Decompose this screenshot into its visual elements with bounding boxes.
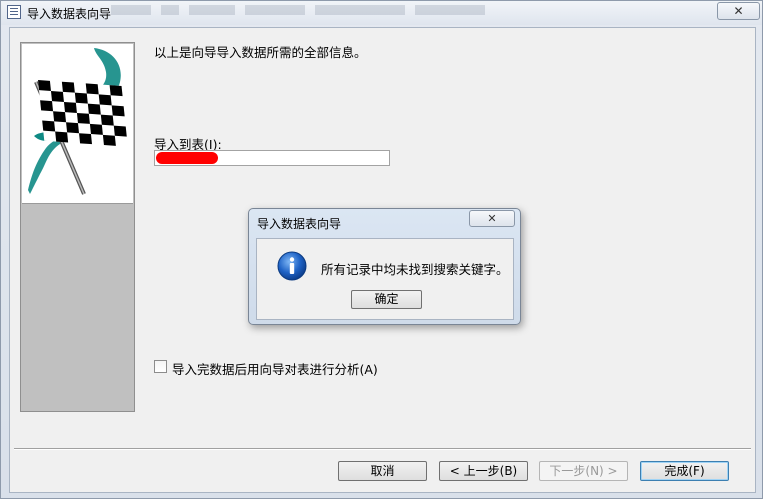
import-wizard-window: 导入数据表向导 ✕ 以上是向导导入数据所需的全部信息。 导入到表(I): 导入完…	[0, 0, 763, 499]
next-button[interactable]: 下一步(N) >	[539, 461, 628, 481]
ok-button[interactable]: 确定	[351, 290, 422, 309]
background-ribbon	[111, 1, 631, 19]
redacted-table-name	[156, 152, 218, 164]
dialog-title: 导入数据表向导	[257, 217, 342, 231]
intro-text: 以上是向导导入数据所需的全部信息。	[154, 45, 367, 60]
info-icon	[277, 251, 307, 281]
dialog-close-button[interactable]: ✕	[469, 210, 515, 227]
message-dialog: 导入数据表向导 ✕ 所有记录中均未找到搜索关键字。 确定	[248, 208, 521, 325]
divider	[14, 448, 751, 450]
window-title: 导入数据表向导	[27, 7, 112, 21]
finish-button[interactable]: 完成(F)	[640, 461, 729, 481]
side-panel	[20, 42, 135, 412]
table-name-input[interactable]	[154, 150, 390, 166]
title-bar: 导入数据表向导 ✕	[1, 1, 762, 25]
analyze-label[interactable]: 导入完数据后用向导对表进行分析(A)	[172, 359, 378, 378]
checkered-flag-image	[22, 44, 133, 204]
back-button[interactable]: < 上一步(B)	[439, 461, 528, 481]
dialog-message: 所有记录中均未找到搜索关键字。	[321, 262, 509, 277]
cancel-button[interactable]: 取消	[338, 461, 427, 481]
checkered-flag-icon	[28, 48, 128, 195]
analyze-checkbox[interactable]	[154, 360, 167, 373]
form-icon	[7, 5, 21, 19]
window-close-button[interactable]: ✕	[717, 2, 760, 20]
dialog-body: 所有记录中均未找到搜索关键字。 确定	[256, 238, 514, 320]
